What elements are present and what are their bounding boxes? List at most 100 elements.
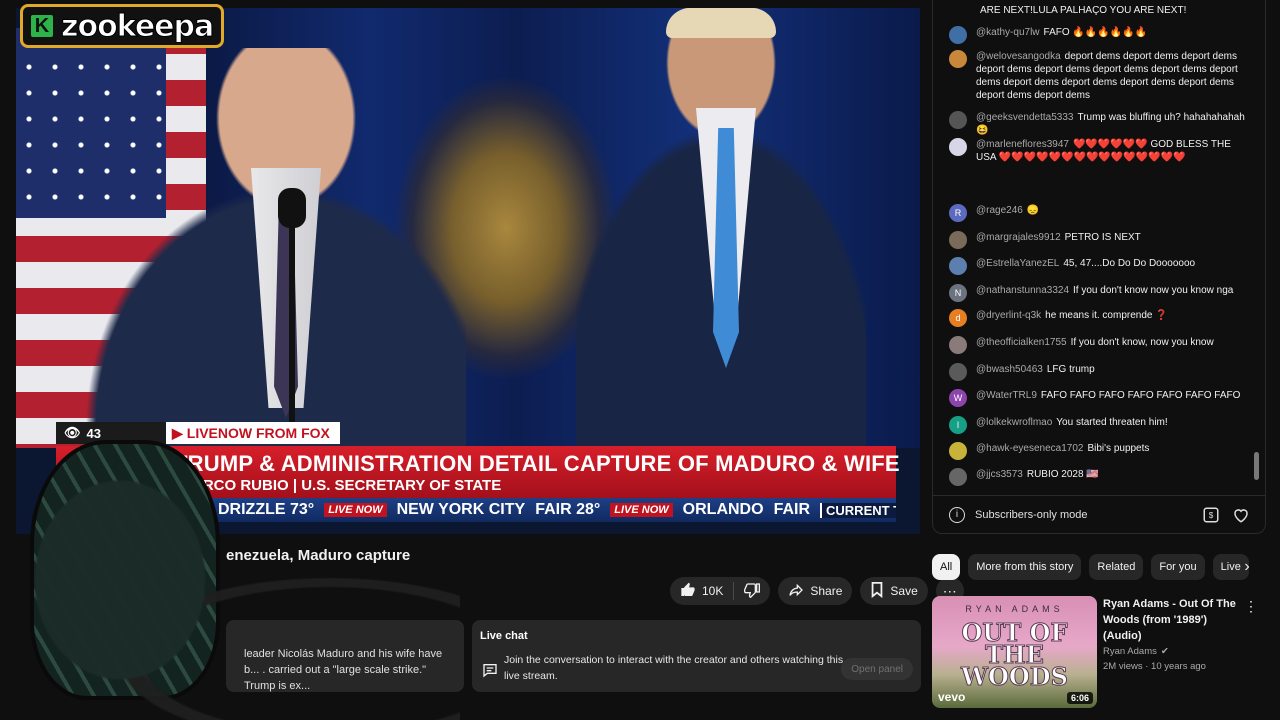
avatar[interactable]: [949, 257, 967, 275]
avatar[interactable]: l: [949, 416, 967, 434]
description-text: leader Nicolás Maduro and his wife have …: [244, 648, 443, 692]
chat-username[interactable]: @bwash50463: [976, 364, 1043, 375]
headset-overlay-icon: [30, 440, 220, 700]
ticker-item: ORLANDO: [682, 501, 764, 518]
live-chat-title: Live chat: [480, 630, 528, 642]
chat-message[interactable]: l @lolkekwroflmao You started threaten him…: [949, 416, 1249, 434]
video-title: enezuela, Maduro capture: [226, 547, 411, 564]
avatar[interactable]: [949, 468, 967, 486]
avatar[interactable]: W: [949, 389, 967, 407]
thumbnail-artist: RYAN ADAMS: [965, 604, 1064, 614]
avatar[interactable]: [949, 50, 967, 68]
save-label: Save: [890, 584, 918, 598]
chat-message[interactable]: @bwash50463 LFG trump: [949, 363, 1249, 381]
chat-username[interactable]: @jjcs3573: [976, 469, 1023, 480]
open-panel-button[interactable]: Open panel: [841, 658, 913, 680]
filter-chip[interactable]: More from this story: [968, 554, 1082, 580]
chevron-right-icon[interactable]: ›: [1236, 556, 1258, 578]
headline-text: TRUMP & ADMINISTRATION DETAIL CAPTURE OF…: [174, 451, 900, 476]
chat-message[interactable]: @margrajales9912 PETRO IS NEXT: [949, 231, 1249, 249]
avatar[interactable]: [949, 138, 967, 156]
ticker-current-temps: CURRENT TEMPS: [820, 502, 896, 518]
filter-chip[interactable]: All: [932, 554, 961, 580]
like-button[interactable]: 10K: [670, 577, 733, 605]
chat-text: ARE NEXT!LULA PALHAÇO YOU ARE NEXT!: [980, 5, 1187, 16]
chat-message[interactable]: @theofficialken1755 If you don't know, no…: [949, 336, 1249, 354]
thumbs-down-icon: [744, 582, 761, 601]
recommended-channel[interactable]: Ryan Adams ✔: [1103, 646, 1248, 657]
vevo-logo: vevo: [938, 690, 966, 704]
kebab-menu-icon[interactable]: ⋮: [1244, 598, 1258, 615]
chat-message[interactable]: d @dryerlint-q3k he means it. comprende ❓: [949, 309, 1249, 327]
chat-username[interactable]: @geeksvendetta5333: [976, 112, 1073, 123]
avatar[interactable]: [949, 26, 967, 44]
chat-message[interactable]: @geeksvendetta5333 Trump was bluffing uh?…: [949, 111, 1249, 137]
ticker-item: FAIR 28°: [535, 501, 601, 518]
video-action-bar: 10K Share Save ⋯: [670, 577, 964, 605]
chat-username[interactable]: @margrajales9912: [976, 232, 1061, 243]
chat-message[interactable]: @jjcs3573 RUBIO 2028 🇺🇸: [949, 468, 1249, 486]
chat-message-list[interactable]: ARE NEXT!LULA PALHAÇO YOU ARE NEXT! @kath…: [933, 0, 1263, 490]
chat-username[interactable]: @theofficialken1755: [976, 337, 1067, 348]
chat-username[interactable]: @hawk-eyeseneca1702: [976, 443, 1083, 454]
logo-name: zookeepa: [60, 8, 214, 44]
heart-react-button[interactable]: [1231, 505, 1251, 525]
chat-username[interactable]: @kathy-qu7lw: [976, 27, 1040, 38]
live-now-badge: LIVE NOW: [610, 503, 673, 517]
avatar[interactable]: R: [949, 204, 967, 222]
recommended-video[interactable]: RYAN ADAMS OUT OF THE WOODS vevo 6:06 Ry…: [932, 596, 1266, 710]
chat-username[interactable]: @EstrellaYanezEL: [976, 258, 1059, 269]
avatar[interactable]: [949, 442, 967, 460]
avatar[interactable]: N: [949, 284, 967, 302]
avatar[interactable]: d: [949, 309, 967, 327]
chat-message[interactable]: W @WaterTRL9 FAFO FAFO FAFO FAFO FAFO FAFO…: [949, 389, 1249, 407]
play-triangle-icon: ▶: [172, 424, 183, 441]
video-thumbnail[interactable]: RYAN ADAMS OUT OF THE WOODS vevo 6:06: [932, 596, 1097, 708]
chat-username[interactable]: @rage246: [976, 205, 1023, 216]
live-chat-collapsed-panel: Live chat Join the conversation to inter…: [472, 620, 921, 692]
chat-message[interactable]: ARE NEXT!LULA PALHAÇO YOU ARE NEXT!: [949, 4, 1249, 17]
filter-chip[interactable]: Related: [1089, 554, 1144, 580]
avatar[interactable]: [949, 363, 967, 381]
chat-message[interactable]: R @rage246 😞: [949, 204, 1249, 222]
chat-username[interactable]: @marleneflores3947: [976, 139, 1069, 150]
bookmark-icon: [870, 581, 884, 601]
ticker-item: DRIZZLE 73°: [218, 501, 315, 518]
chat-message[interactable]: @welovesangodka deport dems deport dems d…: [949, 50, 1249, 102]
avatar[interactable]: [949, 336, 967, 354]
chat-username[interactable]: @welovesangodka: [976, 51, 1061, 62]
channel-logo-overlay: K zookeepa: [20, 4, 225, 48]
subheadline-text: ARCO RUBIO | U.S. SECRETARY OF STATE: [192, 477, 502, 494]
logo-letter-icon: K: [29, 13, 55, 39]
chat-text: You started threaten him!: [1056, 417, 1168, 428]
chat-message[interactable]: N @nathanstunna3324 If you don't know now …: [949, 284, 1249, 302]
chat-text: he means it. comprende ❓: [1045, 310, 1168, 321]
dislike-button[interactable]: [734, 577, 770, 605]
info-icon: i: [949, 506, 965, 523]
chat-scrollbar[interactable]: [1254, 452, 1259, 480]
save-button[interactable]: Save: [860, 577, 928, 605]
chat-username[interactable]: @lolkekwroflmao: [976, 417, 1052, 428]
chat-username[interactable]: @WaterTRL9: [976, 390, 1037, 401]
share-button[interactable]: Share: [778, 577, 853, 605]
chat-message[interactable]: @kathy-qu7lw FAFO 🔥🔥🔥🔥🔥🔥: [949, 26, 1249, 44]
chat-username[interactable]: @nathanstunna3324: [976, 285, 1069, 296]
chat-text: 😞: [1026, 205, 1040, 216]
eye-icon: 👁: [64, 425, 81, 440]
avatar[interactable]: [949, 111, 967, 129]
chat-text: If you don't know, now you know: [1070, 337, 1214, 348]
chat-text: If you don't know now you know nga: [1073, 285, 1234, 296]
chat-message[interactable]: @EstrellaYanezEL 45, 47....Do Do Do Doooo…: [949, 257, 1249, 275]
thumbnail-title: OUT OF THE WOODS: [961, 618, 1069, 691]
chat-username[interactable]: @dryerlint-q3k: [976, 310, 1041, 321]
chat-text: LFG trump: [1046, 364, 1095, 375]
avatar[interactable]: [949, 231, 967, 249]
chat-message[interactable]: @hawk-eyeseneca1702 Bibi's puppets: [949, 442, 1249, 460]
chat-message[interactable]: @marleneflores3947 ❤️❤️❤️❤️❤️❤️ GOD BLESS…: [949, 138, 1249, 164]
like-dislike-group: 10K: [670, 577, 771, 605]
description-box[interactable]: leader Nicolás Maduro and his wife have …: [226, 620, 464, 692]
recommended-video-title[interactable]: Ryan Adams - Out Of The Woods (from '198…: [1103, 596, 1248, 644]
super-chat-button[interactable]: $: [1201, 505, 1221, 525]
filter-chip[interactable]: For you: [1151, 554, 1205, 580]
chat-text: PETRO IS NEXT: [1064, 232, 1141, 243]
